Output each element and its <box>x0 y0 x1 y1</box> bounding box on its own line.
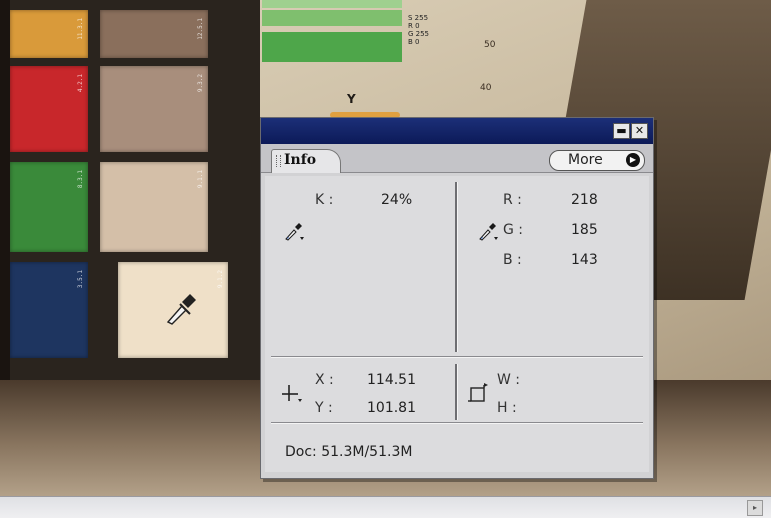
b-value: 143 <box>571 252 598 268</box>
close-icon[interactable]: ✕ <box>631 123 648 139</box>
axis-letter: Y <box>347 92 356 106</box>
k-label: K : <box>315 192 334 208</box>
tab-info[interactable]: Info <box>271 149 341 173</box>
swatch-brown: 12.5.1 <box>100 10 208 58</box>
x-value: 114.51 <box>367 372 416 388</box>
b-label: B : <box>503 252 522 268</box>
g-label: G : <box>503 222 524 238</box>
eyedropper-icon[interactable] <box>283 220 305 242</box>
tab-grip-icon <box>276 155 281 167</box>
swatch-navy: 3.5.1 <box>10 262 88 358</box>
tab-info-label: Info <box>284 152 317 168</box>
green-swatch-dark <box>262 32 402 62</box>
sheet-label-s: S 255 <box>408 14 429 22</box>
palette-tab-row: Info More ▶ <box>261 144 653 173</box>
ruler-number: 50 <box>484 40 496 50</box>
more-button-label: More <box>568 152 603 168</box>
green-swatch-top <box>262 0 402 8</box>
palette-titlebar[interactable]: ▬ ✕ <box>261 118 653 144</box>
divider-vertical-top <box>455 182 458 352</box>
swatch-beige: 9.1.1 <box>100 162 208 252</box>
info-palette: ▬ ✕ Info More ▶ K : 24% R: 218 G: 185 … <box>260 117 654 479</box>
swatch-orange: 11.3.1 <box>10 10 88 58</box>
scroll-right-button[interactable]: ▸ <box>747 500 763 516</box>
g-value: 185 <box>571 222 598 238</box>
k-value: 24% <box>381 192 413 208</box>
divider-horizontal-mid <box>271 356 643 358</box>
swatch-taupe: 9.3.2 <box>100 66 208 152</box>
info-content: K : 24% R : 218 G : 185 B : 143 X : 114.… <box>265 176 649 472</box>
eyedropper-icon[interactable] <box>477 220 499 242</box>
sheet-label-b: B 0 <box>408 38 420 46</box>
sheet-label-r: R 0 <box>408 22 420 30</box>
ruler-number: 40 <box>480 83 492 93</box>
crosshair-icon <box>282 385 302 402</box>
play-arrow-icon: ▶ <box>626 153 640 167</box>
divider-vertical-bottom <box>455 364 458 420</box>
y-value: 101.81 <box>367 400 416 416</box>
eyedropper-cursor-icon <box>166 294 196 325</box>
swatch-green: 8.3.1 <box>10 162 88 252</box>
swatch-red: 4.2.1 <box>10 66 88 152</box>
h-label: H : <box>497 400 517 416</box>
green-swatch-light <box>262 10 402 26</box>
r-label: R : <box>503 192 522 208</box>
x-label: X : <box>315 372 334 388</box>
y-label: Y : <box>315 400 333 416</box>
w-label: W : <box>497 372 521 388</box>
horizontal-scrollbar[interactable] <box>0 496 771 518</box>
r-value: 218 <box>571 192 598 208</box>
color-checker-board: 11.3.1 12.5.1 4.2.1 9.3.2 8.3.1 9.1.1 3.… <box>10 0 260 390</box>
document-size-status: Doc: 51.3M/51.3M <box>285 444 413 460</box>
selection-rect-icon <box>468 383 488 402</box>
sheet-label-g: G 255 <box>408 30 430 38</box>
more-button[interactable]: More ▶ <box>549 150 645 171</box>
divider-horizontal-bottom <box>271 422 643 424</box>
minimize-icon[interactable]: ▬ <box>613 123 630 139</box>
